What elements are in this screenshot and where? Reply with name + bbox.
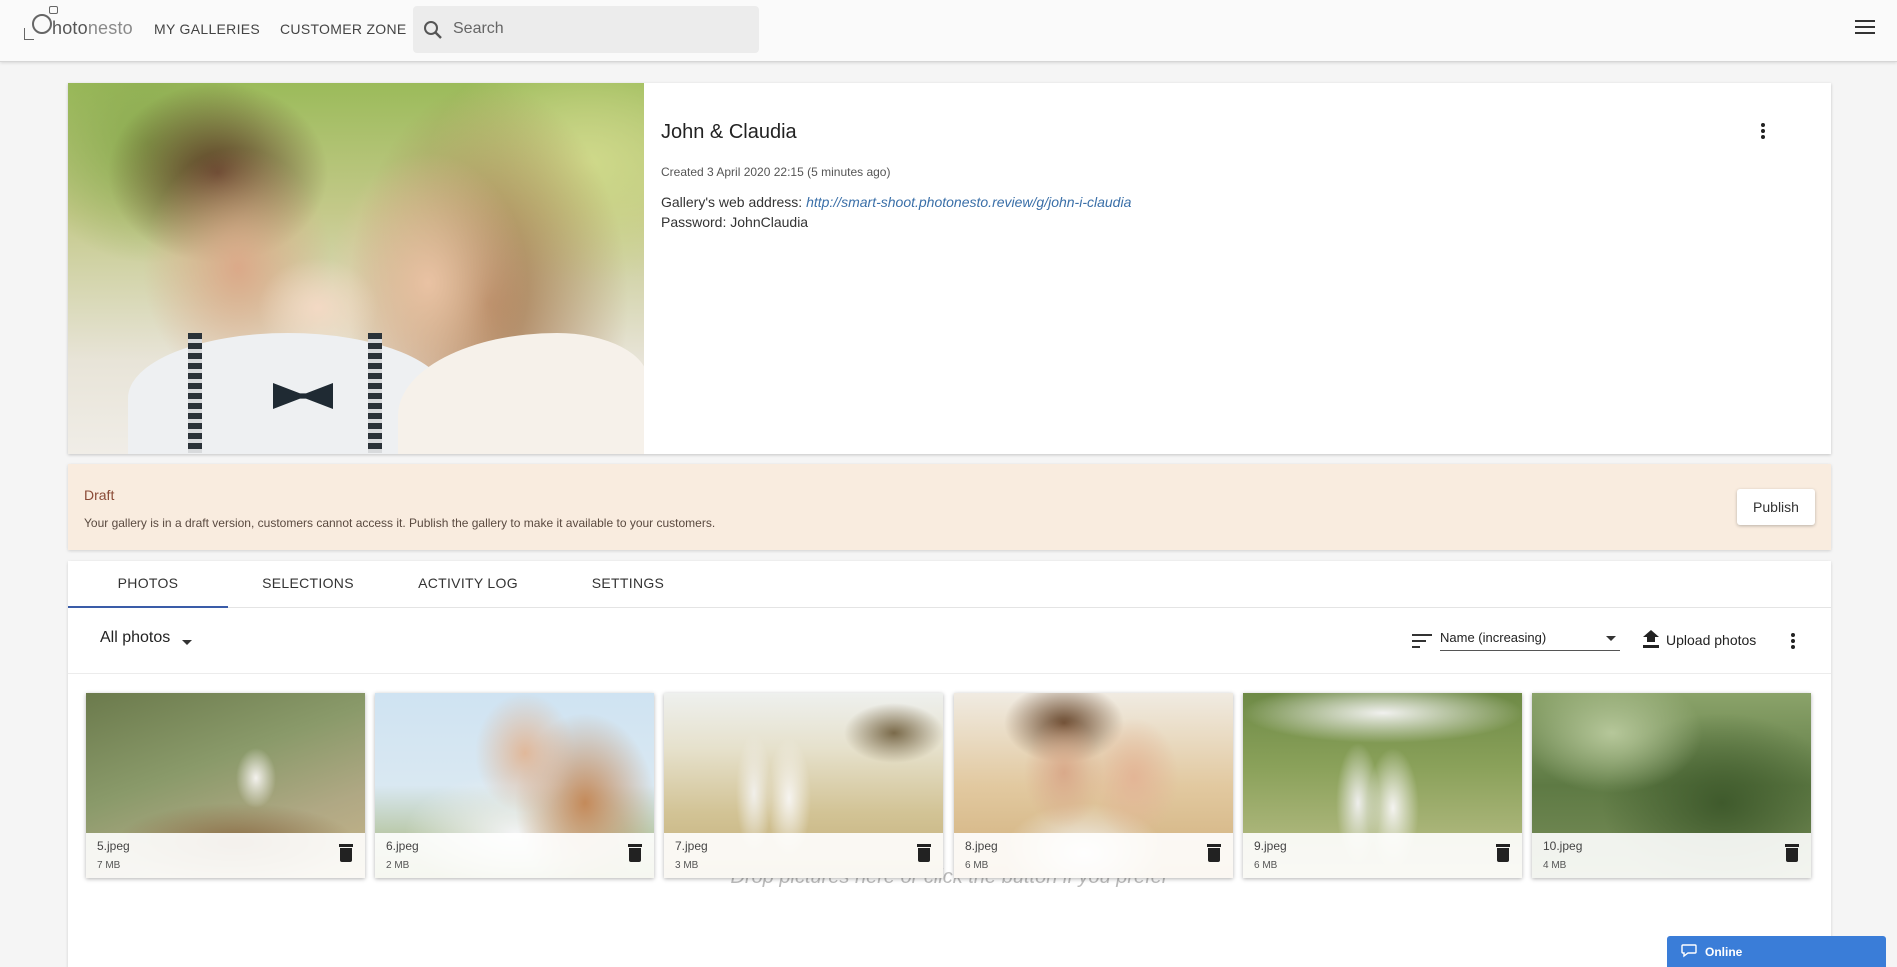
- photo-filesize: 7 MB: [97, 860, 121, 871]
- photo-filesize: 2 MB: [386, 860, 410, 871]
- logo-bracket: [24, 28, 34, 40]
- photo-filter-dropdown[interactable]: All photos: [100, 629, 170, 647]
- photo-filename: 5.jpeg: [97, 839, 130, 853]
- photo-card[interactable]: 10.jpeg 4 MB: [1532, 693, 1811, 878]
- photo-card[interactable]: 9.jpeg 6 MB: [1243, 693, 1522, 878]
- tab-photos[interactable]: PHOTOS: [68, 561, 228, 608]
- upload-photos-label: Upload photos: [1666, 632, 1757, 648]
- photo-filename: 6.jpeg: [386, 839, 419, 853]
- chat-widget[interactable]: Online: [1667, 936, 1886, 967]
- gallery-cover-image: [68, 83, 644, 454]
- search-icon: [424, 21, 442, 39]
- publish-button[interactable]: Publish: [1737, 489, 1815, 525]
- gallery-more-icon[interactable]: [1751, 119, 1775, 143]
- gallery-title: John & Claudia: [661, 121, 797, 143]
- photo-filesize: 6 MB: [965, 860, 989, 871]
- logo-camera-icon: [49, 6, 58, 14]
- photo-filename: 9.jpeg: [1254, 839, 1287, 853]
- password-label: Password:: [661, 214, 727, 230]
- draft-banner: Draft Your gallery is in a draft version…: [68, 464, 1831, 550]
- cover-suspender: [368, 333, 382, 453]
- logo-ring: [32, 14, 52, 34]
- photo-info-bar: 9.jpeg 6 MB: [1243, 833, 1522, 878]
- cover-suspender: [188, 333, 202, 453]
- photo-card[interactable]: 8.jpeg 6 MB: [954, 693, 1233, 878]
- draft-title: Draft: [84, 487, 115, 503]
- upload-icon: [1643, 630, 1659, 648]
- photo-info-bar: 6.jpeg 2 MB: [375, 833, 654, 878]
- delete-icon[interactable]: [339, 844, 353, 862]
- logo-text-accent: nesto: [87, 18, 133, 38]
- web-address-label: Gallery's web address:: [661, 194, 803, 210]
- chat-status-label: Online: [1705, 945, 1743, 959]
- logo-text-main: hoto: [52, 18, 88, 38]
- photo-card[interactable]: 6.jpeg 2 MB: [375, 693, 654, 878]
- gallery-password: Password: JohnClaudia: [661, 214, 808, 230]
- draft-message: Your gallery is in a draft version, cust…: [84, 516, 716, 530]
- search-input[interactable]: [453, 15, 743, 43]
- top-bar: hotonesto MY GALLERIES CUSTOMER ZONE: [0, 0, 1897, 62]
- delete-icon[interactable]: [1785, 844, 1799, 862]
- photo-filesize: 6 MB: [1254, 860, 1278, 871]
- gallery-web-address: Gallery's web address: http://smart-shoo…: [661, 194, 1131, 210]
- photos-panel: PHOTOS SELECTIONS ACTIVITY LOG SETTINGS …: [68, 561, 1831, 967]
- photo-filesize: 3 MB: [675, 860, 699, 871]
- photo-info-bar: 8.jpeg 6 MB: [954, 833, 1233, 878]
- menu-icon[interactable]: [1855, 20, 1875, 36]
- photo-filesize: 4 MB: [1543, 860, 1567, 871]
- gallery-created: Created 3 April 2020 22:15 (5 minutes ag…: [661, 165, 891, 179]
- search-box[interactable]: [413, 6, 759, 53]
- photo-card[interactable]: 7.jpeg 3 MB: [664, 693, 943, 878]
- password-value: JohnClaudia: [730, 214, 809, 230]
- chevron-down-icon[interactable]: [182, 640, 192, 645]
- chat-bubble-icon: [1681, 944, 1697, 958]
- tab-bar: PHOTOS SELECTIONS ACTIVITY LOG SETTINGS: [68, 561, 1831, 608]
- photos-more-icon[interactable]: [1781, 629, 1805, 653]
- nav-my-galleries[interactable]: MY GALLERIES: [154, 21, 260, 37]
- tab-activity-log[interactable]: ACTIVITY LOG: [388, 561, 548, 608]
- photo-filename: 8.jpeg: [965, 839, 998, 853]
- gallery-card: John & Claudia Created 3 April 2020 22:1…: [68, 83, 1831, 454]
- photo-info-bar: 10.jpeg 4 MB: [1532, 833, 1811, 878]
- delete-icon[interactable]: [917, 844, 931, 862]
- photo-card[interactable]: 5.jpeg 7 MB: [86, 693, 365, 878]
- logo-text: hotonesto: [52, 18, 133, 39]
- sort-select[interactable]: Name (increasing): [1440, 627, 1620, 651]
- delete-icon[interactable]: [1207, 844, 1221, 862]
- photo-filename: 7.jpeg: [675, 839, 708, 853]
- delete-icon[interactable]: [1496, 844, 1510, 862]
- nav-customer-zone[interactable]: CUSTOMER ZONE: [280, 21, 407, 37]
- chevron-down-icon[interactable]: [1606, 636, 1616, 641]
- photonesto-logo[interactable]: hotonesto: [24, 6, 136, 46]
- photo-filename: 10.jpeg: [1543, 839, 1583, 853]
- photos-toolbar: All photos Name (increasing) Upload phot…: [68, 609, 1831, 674]
- photo-info-bar: 5.jpeg 7 MB: [86, 833, 365, 878]
- tab-settings[interactable]: SETTINGS: [548, 561, 708, 608]
- cover-dress: [398, 333, 644, 454]
- sort-icon: [1412, 634, 1432, 648]
- tab-selections[interactable]: SELECTIONS: [228, 561, 388, 608]
- web-address-link[interactable]: http://smart-shoot.photonesto.review/g/j…: [806, 194, 1131, 210]
- photo-info-bar: 7.jpeg 3 MB: [664, 833, 943, 878]
- delete-icon[interactable]: [628, 844, 642, 862]
